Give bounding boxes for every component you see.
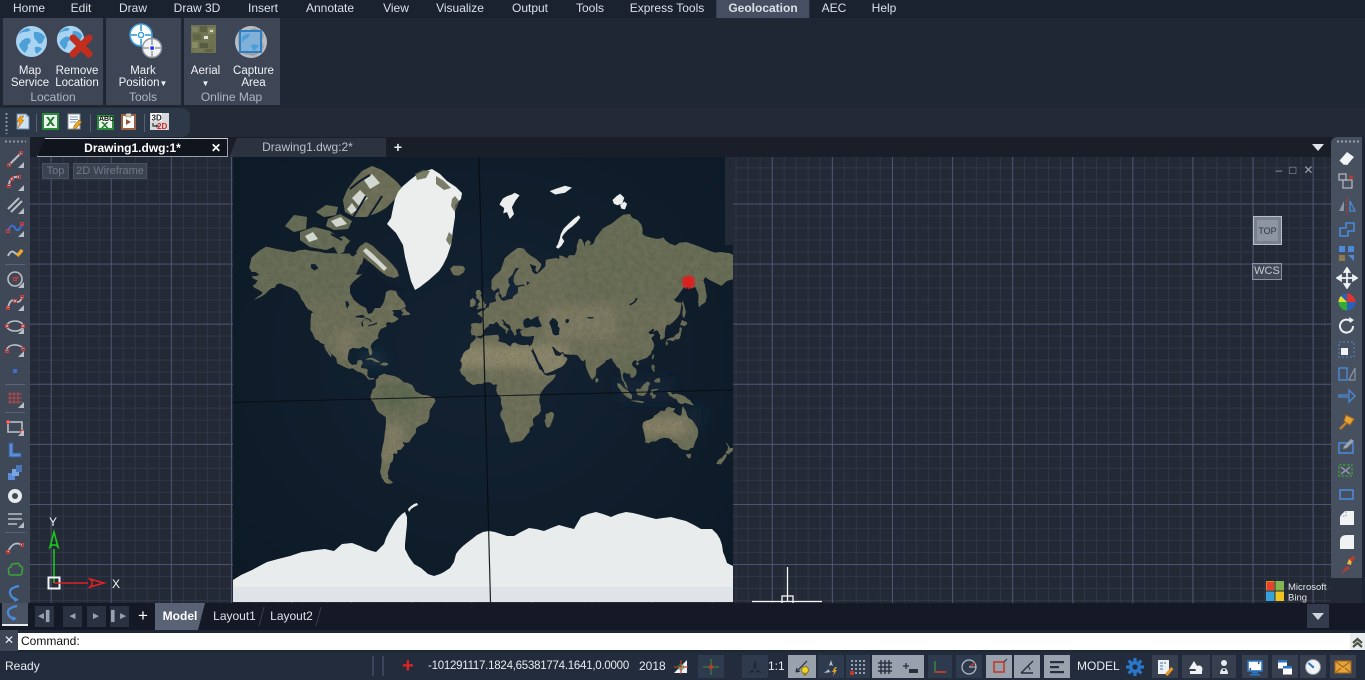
svg-text:X: X [112, 577, 120, 591]
svg-text:Y: Y [49, 515, 57, 529]
svg-text:ABC: ABC [99, 116, 114, 123]
svg-text:Microsoft: Microsoft [1288, 582, 1327, 593]
svg-text:Bing: Bing [1288, 593, 1307, 604]
